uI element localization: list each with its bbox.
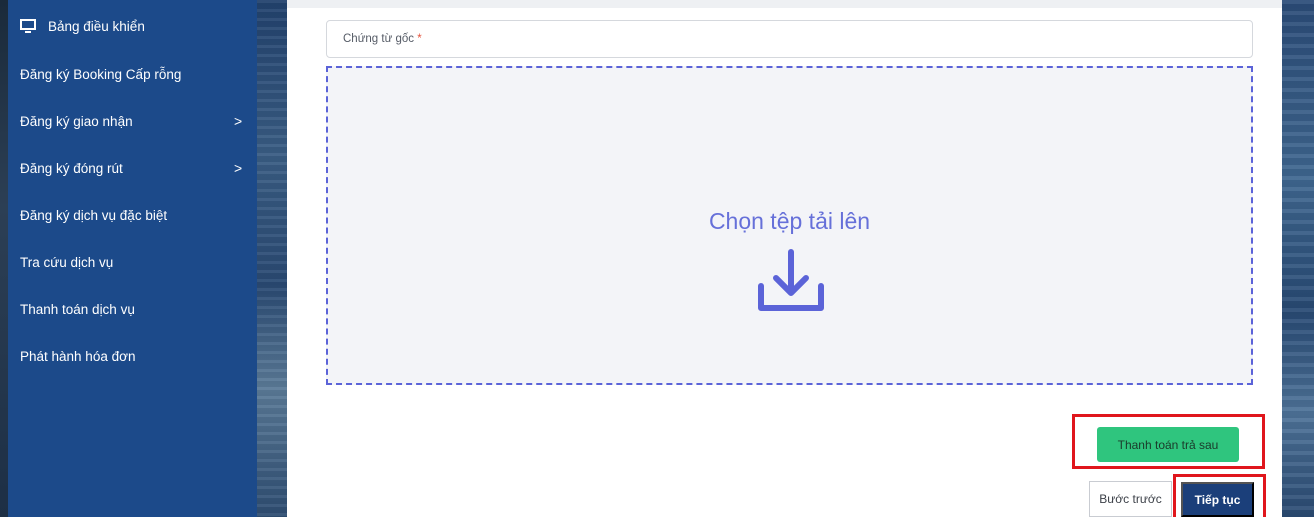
original-document-field[interactable]: Chứng từ gốc * <box>326 20 1253 58</box>
sidebar-item-special-service[interactable]: Đăng ký dịch vụ đặc biệt <box>20 200 250 230</box>
app-window: Bảng điều khiển Đăng ký Booking Cấp rỗng… <box>0 0 1314 517</box>
sidebar-item-dashboard[interactable]: Bảng điều khiển <box>20 11 250 41</box>
monitor-icon <box>20 19 36 33</box>
background-photo-right <box>1282 0 1314 517</box>
sidebar-item-label: Đăng ký dịch vụ đặc biệt <box>20 207 168 223</box>
field-label: Chứng từ gốc * <box>343 33 422 45</box>
sidebar-item-label: Đăng ký đóng rút <box>20 160 123 176</box>
pay-later-button[interactable]: Thanh toán trả sau <box>1097 427 1239 462</box>
sidebar-item-label: Bảng điều khiển <box>48 18 145 34</box>
sidebar-item-label: Tra cứu dịch vụ <box>20 254 114 270</box>
chevron-right-icon: > <box>234 160 243 176</box>
file-dropzone[interactable]: Chọn tệp tải lên <box>326 66 1253 385</box>
back-button[interactable]: Bước trước <box>1089 481 1172 517</box>
sidebar-item-label: Phát hành hóa đơn <box>20 348 136 364</box>
sidebar-item-invoice[interactable]: Phát hành hóa đơn <box>20 341 250 371</box>
left-edge <box>0 0 8 517</box>
required-mark: * <box>417 33 422 45</box>
sidebar-item-delivery[interactable]: Đăng ký giao nhận > <box>20 106 250 136</box>
sidebar-item-label: Đăng ký Booking Cấp rỗng <box>20 66 182 82</box>
field-label-text: Chứng từ gốc <box>343 33 415 45</box>
download-icon <box>758 249 824 311</box>
sidebar: Bảng điều khiển Đăng ký Booking Cấp rỗng… <box>8 0 257 517</box>
chevron-right-icon: > <box>234 113 243 129</box>
sidebar-item-label: Đăng ký giao nhận <box>20 113 133 129</box>
sidebar-item-label: Thanh toán dịch vụ <box>20 301 135 317</box>
sidebar-item-service-payment[interactable]: Thanh toán dịch vụ <box>20 294 250 324</box>
sidebar-item-service-lookup[interactable]: Tra cứu dịch vụ <box>20 247 250 277</box>
next-button[interactable]: Tiếp tục <box>1181 482 1254 517</box>
sidebar-item-stuffing[interactable]: Đăng ký đóng rút > <box>20 153 250 183</box>
background-photo <box>257 0 287 517</box>
dropzone-text: Chọn tệp tải lên <box>708 208 871 234</box>
top-strip <box>287 0 1282 8</box>
sidebar-item-booking[interactable]: Đăng ký Booking Cấp rỗng <box>20 59 250 89</box>
